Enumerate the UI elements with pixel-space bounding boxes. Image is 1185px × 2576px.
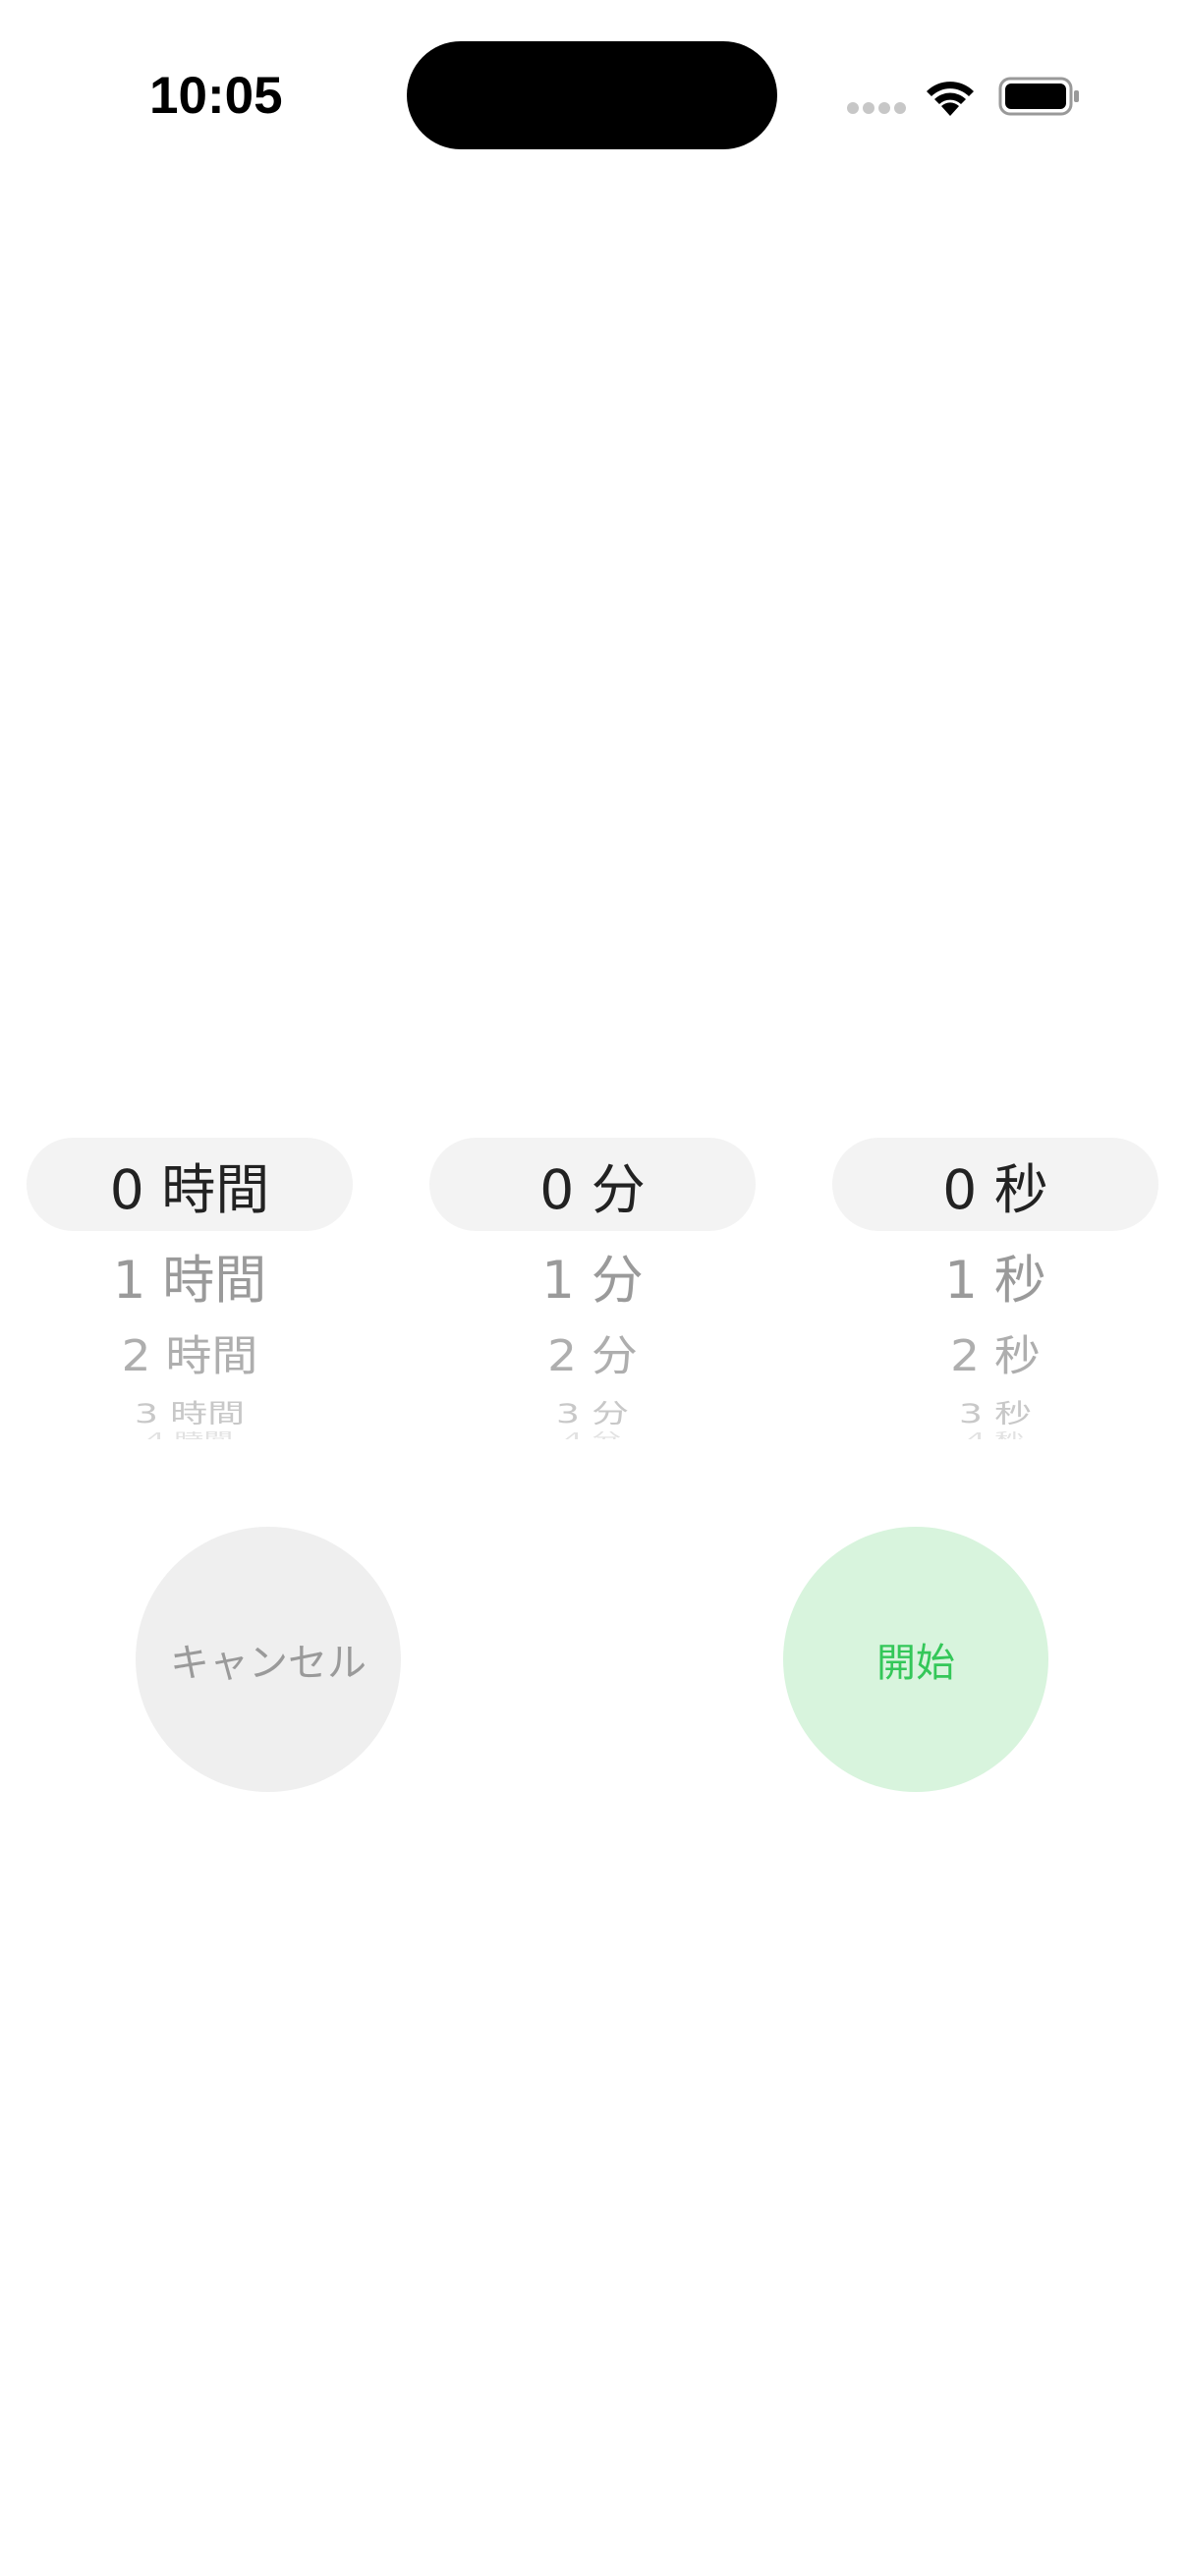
seconds-option[interactable]: 3 秒 bbox=[832, 1392, 1158, 1434]
start-button[interactable]: 開始 bbox=[783, 1527, 1048, 1792]
minutes-option[interactable]: 3 分 bbox=[429, 1392, 756, 1434]
minutes-selected-row[interactable]: 0 分 bbox=[429, 1138, 756, 1231]
status-time: 10:05 bbox=[149, 67, 283, 125]
hours-option[interactable]: 1 時間 bbox=[27, 1234, 353, 1328]
seconds-selected-row[interactable]: 0 秒 bbox=[832, 1138, 1158, 1231]
seconds-option[interactable]: 1 秒 bbox=[832, 1234, 1158, 1328]
battery-icon bbox=[998, 77, 1079, 116]
hours-option[interactable]: 2 時間 bbox=[27, 1317, 353, 1395]
hours-selected-row[interactable]: 0 時間 bbox=[27, 1138, 353, 1231]
signal-icon bbox=[847, 102, 906, 114]
hours-option[interactable]: 3 時間 bbox=[27, 1392, 353, 1434]
minutes-option[interactable]: 2 分 bbox=[429, 1317, 756, 1395]
dynamic-island bbox=[407, 41, 777, 149]
cancel-button[interactable]: キャンセル bbox=[136, 1527, 401, 1792]
wifi-icon bbox=[927, 82, 974, 116]
minutes-option[interactable]: 4 分 bbox=[429, 1431, 756, 1439]
hours-option[interactable]: 4 時間 bbox=[27, 1431, 353, 1439]
seconds-option[interactable]: 4 秒 bbox=[832, 1431, 1158, 1439]
minutes-option[interactable]: 1 分 bbox=[429, 1234, 756, 1328]
seconds-option[interactable]: 2 秒 bbox=[832, 1317, 1158, 1395]
